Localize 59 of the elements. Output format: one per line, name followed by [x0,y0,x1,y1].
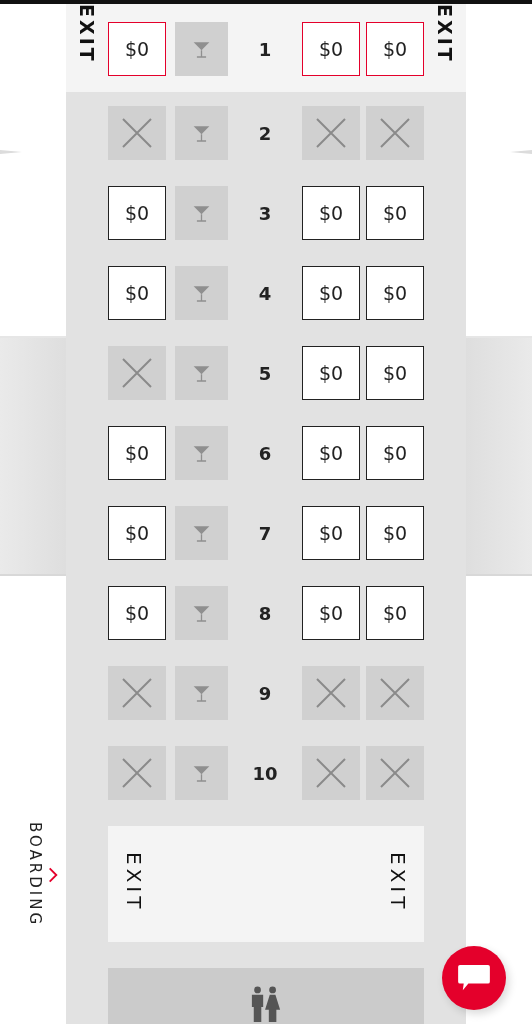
x-icon [380,678,410,708]
row-number: 1 [258,38,272,60]
row-number: 10 [252,762,278,784]
x-icon [316,118,346,148]
seat-button[interactable]: $0 [302,266,360,320]
seat-button[interactable]: $0 [108,586,166,640]
seat-button[interactable]: $0 [366,506,424,560]
exit-label: EXIT [122,852,146,913]
row-number: 2 [258,122,272,144]
x-icon [316,678,346,708]
cocktail-glass-icon [193,444,210,462]
chat-button[interactable] [442,946,506,1010]
row-number: 5 [258,362,272,384]
x-icon [122,678,152,708]
seat-button[interactable]: $0 [108,186,166,240]
seat-button[interactable]: $0 [366,426,424,480]
seat-button[interactable]: $0 [302,186,360,240]
exit-label: EXIT [386,852,410,913]
cocktail-glass-icon [193,524,210,542]
cocktail-glass-icon [193,124,210,142]
seat-button[interactable]: $0 [302,346,360,400]
cocktail-glass-icon [193,284,210,302]
x-icon [122,118,152,148]
cocktail-glass-icon [193,364,210,382]
seat-button[interactable]: $0 [366,266,424,320]
x-icon [122,358,152,388]
row-number: 7 [258,522,272,544]
x-icon [380,758,410,788]
seat-button[interactable]: $0 [108,506,166,560]
seat-button[interactable]: $0 [366,22,424,76]
seat-button[interactable]: $0 [108,426,166,480]
seat-button[interactable]: $0 [302,506,360,560]
boarding-label: BOARDING [26,822,44,928]
cocktail-glass-icon [193,40,210,58]
seat-button[interactable]: $0 [366,186,424,240]
restroom-icon [250,986,282,1024]
exit-label: EXIT [76,4,98,64]
seat-button[interactable]: $0 [108,266,166,320]
x-icon [122,758,152,788]
seat-button[interactable]: $0 [302,426,360,480]
chevron-right-icon [48,866,58,883]
seat-button[interactable]: $0 [108,22,166,76]
row-number: 3 [258,202,272,224]
row-number: 8 [258,602,272,624]
row-number: 4 [258,282,272,304]
row-number: 6 [258,442,272,464]
x-icon [316,758,346,788]
cocktail-glass-icon [193,204,210,222]
row-number: 9 [258,682,272,704]
x-icon [380,118,410,148]
cocktail-glass-icon [193,764,210,782]
cocktail-glass-icon [193,684,210,702]
seat-button[interactable]: $0 [366,346,424,400]
exit-label: EXIT [434,4,456,64]
seat-button[interactable]: $0 [302,586,360,640]
speech-bubble-icon [457,964,491,992]
seat-button[interactable]: $0 [366,586,424,640]
seat-button[interactable]: $0 [302,22,360,76]
cocktail-glass-icon [193,604,210,622]
